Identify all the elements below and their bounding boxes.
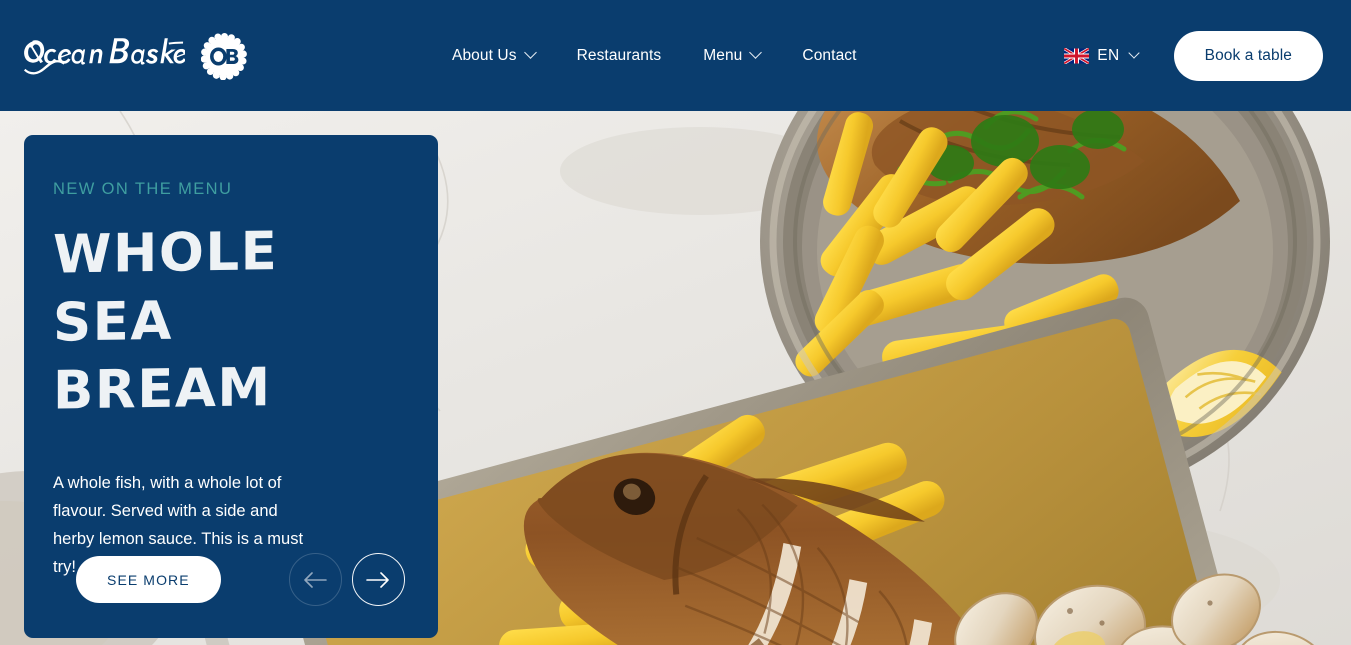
hero-title-line-1: WHOLE SEA [53, 221, 279, 354]
hero-promo-card: NEW ON THE MENU WHOLE SEA BREAM A whole … [24, 135, 438, 638]
header-right-cluster: EN Book a table [1064, 0, 1323, 111]
nav-item-label: About Us [452, 47, 517, 64]
nav-item-restaurants[interactable]: Restaurants [556, 0, 683, 111]
brand-logo[interactable] [22, 28, 248, 84]
ocean-basket-ob-badge-icon [201, 32, 247, 80]
language-switcher[interactable]: EN [1064, 46, 1140, 65]
nav-item-about-us[interactable]: About Us [452, 0, 556, 111]
carousel-prev-button[interactable] [288, 553, 342, 606]
hero-title: WHOLE SEA BREAM [53, 216, 383, 425]
nav-item-contact[interactable]: Contact [781, 0, 877, 111]
uk-flag-icon [1064, 47, 1090, 64]
nav-item-label: Menu [703, 47, 743, 64]
chevron-down-icon [1127, 46, 1140, 59]
nav-item-menu[interactable]: Menu [682, 0, 781, 111]
book-a-table-button[interactable]: Book a table [1173, 30, 1323, 81]
nav-item-label: Contact [802, 47, 857, 64]
hero-section: NEW ON THE MENU WHOLE SEA BREAM A whole … [0, 111, 1351, 645]
arrow-right-icon [366, 571, 390, 588]
hero-actions: SEE MORE [76, 553, 405, 606]
hero-title-line-2: BREAM [53, 357, 272, 422]
hero-eyebrow: NEW ON THE MENU [53, 180, 233, 198]
chevron-down-icon [749, 46, 763, 59]
arrow-left-icon [304, 571, 328, 588]
page-root: About Us Restaurants Menu Contact EN Boo… [0, 0, 1351, 645]
chevron-down-icon [523, 46, 537, 59]
carousel-next-button[interactable] [351, 553, 405, 606]
nav-item-label: Restaurants [576, 47, 662, 64]
see-more-button[interactable]: SEE MORE [76, 556, 221, 603]
site-header: About Us Restaurants Menu Contact EN Boo… [0, 0, 1351, 111]
carousel-navigation [288, 553, 405, 606]
language-code: EN [1097, 46, 1120, 64]
ocean-basket-wordmark-icon [24, 38, 185, 75]
main-navigation: About Us Restaurants Menu Contact [452, 0, 878, 111]
